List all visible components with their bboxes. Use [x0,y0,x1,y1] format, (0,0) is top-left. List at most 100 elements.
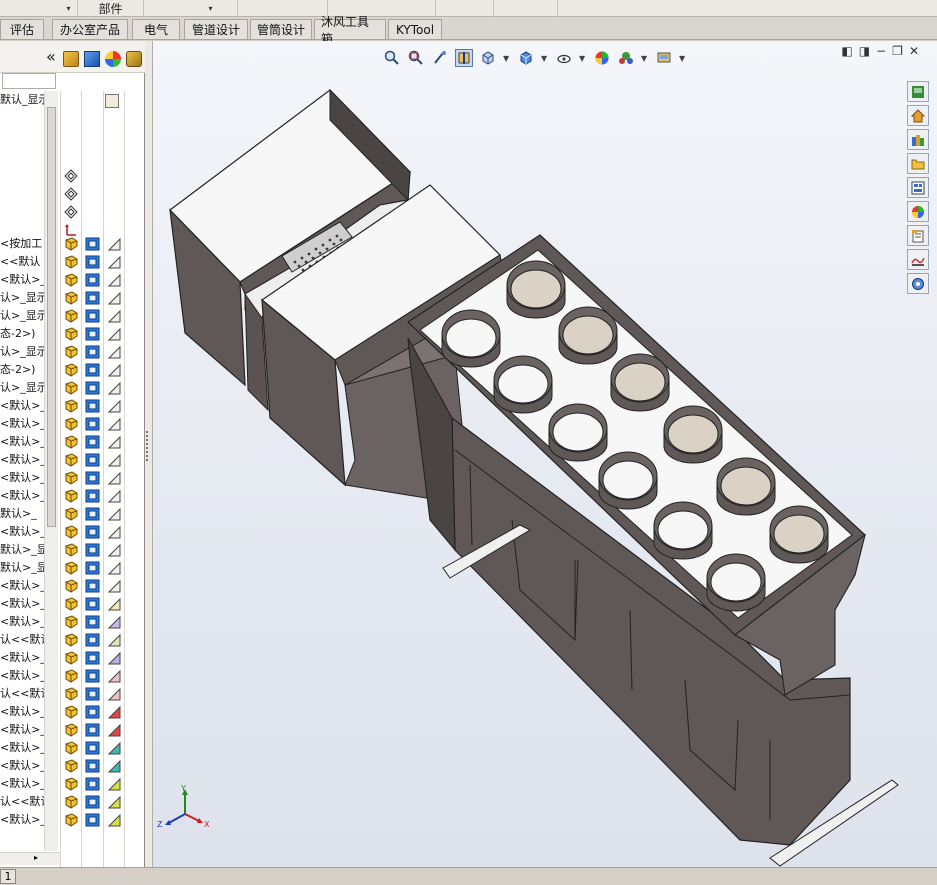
scroll-thumb[interactable] [47,107,56,527]
part-config-icon[interactable] [85,435,100,449]
tree-row[interactable]: 认>_显示 [0,379,44,397]
part-config-icon[interactable] [85,507,100,521]
tree-row[interactable]: 认>_显示 [0,343,44,361]
tree-row[interactable]: 默认>_显 [0,541,44,559]
tree-row[interactable]: <<默认 [0,253,44,271]
display-state-icon[interactable] [107,489,122,503]
component-icon[interactable] [64,705,79,719]
component-icon[interactable] [64,471,79,485]
component-icon[interactable] [64,561,79,575]
tree-row[interactable]: <默认>_ [0,523,44,541]
mate-reference-icon[interactable] [64,187,79,201]
tree-row[interactable]: 认>_显示 [0,289,44,307]
tree-row[interactable]: <默认>_ [0,613,44,631]
part-config-icon[interactable] [85,525,100,539]
duct-collar[interactable] [769,505,829,564]
tree-row[interactable]: 认<<默认 [0,793,44,811]
part-config-icon[interactable] [85,543,100,557]
component-icon[interactable] [64,327,79,341]
part-config-icon[interactable] [85,381,100,395]
tree-row[interactable]: <默认>_ [0,487,44,505]
appearance-icon[interactable] [105,51,121,67]
display-state-icon[interactable] [107,255,122,269]
display-state-icon[interactable] [107,777,122,791]
tab-evaluate[interactable]: 评估 [0,19,44,39]
tab-mufeng-toolbox[interactable]: 沐风工具箱 [314,15,386,46]
component-icon[interactable] [64,633,79,647]
part-config-icon[interactable] [85,237,100,251]
tree-row[interactable]: <按加工 [0,235,44,253]
tree-row[interactable]: <默认>_ [0,739,44,757]
tree-scrollbar[interactable] [44,91,58,851]
tree-row[interactable]: <默认>_ [0,775,44,793]
tree-row[interactable]: <默认>_ [0,577,44,595]
tree-row[interactable]: <默认>_ [0,811,44,829]
component-icon[interactable] [64,417,79,431]
part-config-icon[interactable] [85,471,100,485]
component-icon[interactable] [64,363,79,377]
collapse-icon[interactable]: « [46,47,56,66]
graphics-area[interactable]: ▼ ▼ ▼ ▼ ▼ ◧ ◨ − ❐ ✕ Y X Z [153,41,937,867]
tree-row[interactable]: 默认>_显 [0,559,44,577]
component-icon[interactable] [64,759,79,773]
duct-collar[interactable] [548,403,608,462]
tree-row[interactable]: 态-2>) [0,325,44,343]
display-manager-icon[interactable] [126,51,142,67]
display-state-icon[interactable] [107,273,122,287]
component-icon[interactable] [64,597,79,611]
component-icon[interactable] [64,273,79,287]
component-icon[interactable] [64,255,79,269]
dimxpert-icon[interactable] [84,51,100,67]
part-config-icon[interactable] [85,813,100,827]
assembly-dropdown[interactable]: 部件 [78,0,144,17]
component-icon[interactable] [64,237,79,251]
tree-row[interactable]: 态-2>) [0,361,44,379]
component-icon[interactable] [64,345,79,359]
dropdown-3[interactable]: ▾ [144,0,238,17]
display-state-icon[interactable] [107,417,122,431]
part-config-icon[interactable] [85,417,100,431]
part-config-icon[interactable] [85,633,100,647]
display-state-icon[interactable] [107,615,122,629]
display-state-icon[interactable] [107,741,122,755]
part-config-icon[interactable] [85,705,100,719]
display-state-icon[interactable] [107,381,122,395]
part-config-icon[interactable] [85,363,100,377]
part-config-icon[interactable] [85,399,100,413]
display-state-icon[interactable] [107,651,122,665]
display-state-icon[interactable] [107,507,122,521]
axis-icon[interactable] [64,223,79,237]
component-icon[interactable] [64,795,79,809]
assembly-model[interactable] [153,41,937,867]
display-state-icon[interactable] [107,399,122,413]
tab-kytool[interactable]: KYTool [388,19,442,39]
duct-collar[interactable] [663,405,723,464]
duct-collar[interactable] [706,553,766,612]
part-config-icon[interactable] [85,309,100,323]
display-state-icon[interactable] [107,687,122,701]
component-icon[interactable] [64,669,79,683]
splitter-grip[interactable] [146,431,151,461]
display-state-icon[interactable] [107,633,122,647]
part-config-icon[interactable] [85,651,100,665]
tree-row[interactable]: 默认_显示 [0,91,44,109]
display-state-icon[interactable] [107,471,122,485]
duct-collar[interactable] [441,309,501,368]
tree-row[interactable]: <默认>_ [0,271,44,289]
duct-collar[interactable] [610,353,670,412]
component-icon[interactable] [64,381,79,395]
tree-row[interactable]: <默认>_ [0,649,44,667]
component-icon[interactable] [64,741,79,755]
component-icon[interactable] [64,723,79,737]
component-icon[interactable] [64,687,79,701]
config-manager-icon[interactable] [63,51,79,67]
component-icon[interactable] [64,813,79,827]
display-state-icon[interactable] [107,453,122,467]
tree-row[interactable]: <默认>_ [0,433,44,451]
component-icon[interactable] [64,291,79,305]
component-icon[interactable] [64,435,79,449]
duct-collar[interactable] [558,306,618,365]
display-state-icon[interactable] [107,435,122,449]
tree-h-scrollbar[interactable]: ▸ [0,852,60,865]
display-state-icon[interactable] [107,525,122,539]
